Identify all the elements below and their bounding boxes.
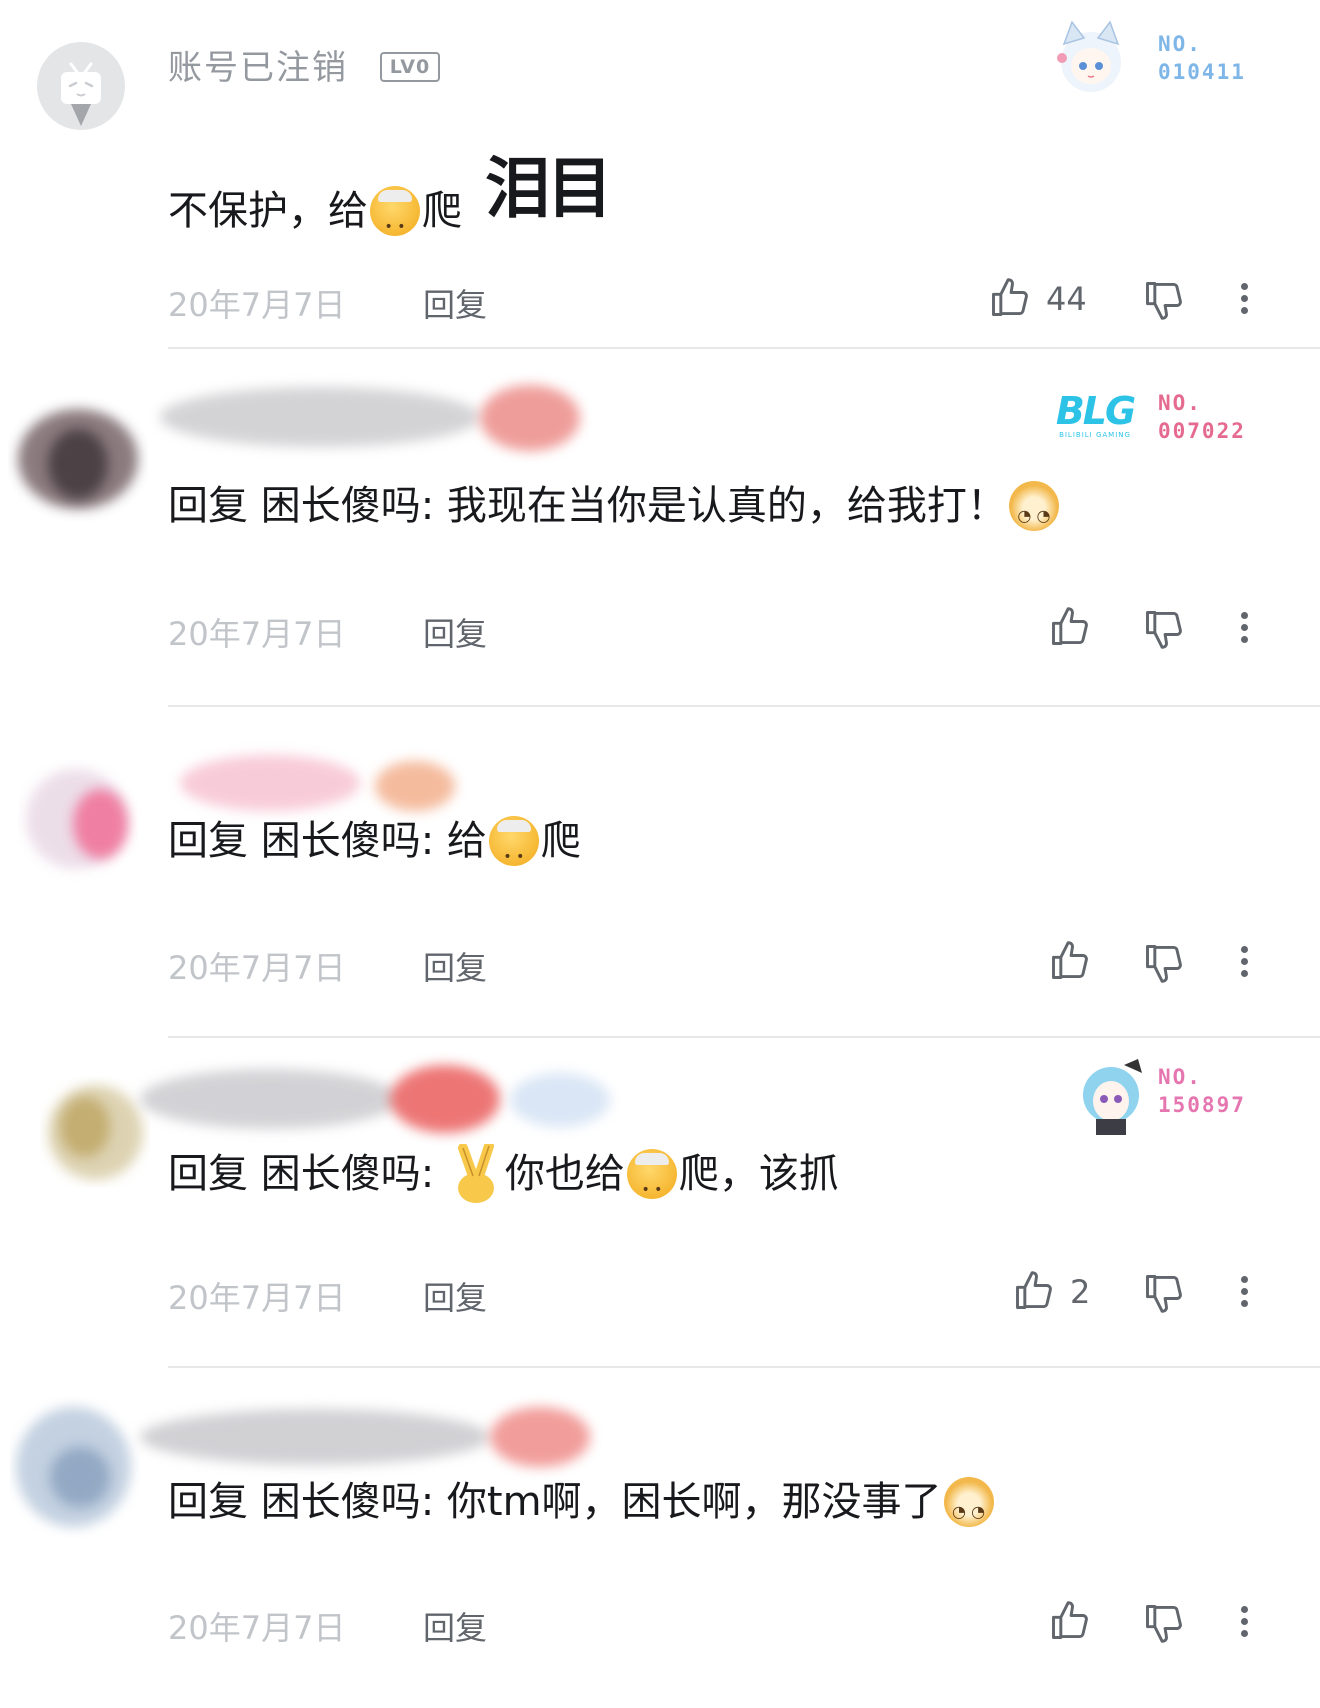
like-count: 2 bbox=[1070, 1273, 1091, 1311]
username[interactable] bbox=[160, 377, 580, 451]
thumbs-down-icon[interactable] bbox=[1142, 1271, 1186, 1315]
thumbs-down-icon[interactable] bbox=[1142, 607, 1186, 651]
avatar[interactable] bbox=[37, 42, 125, 130]
avatar[interactable] bbox=[8, 389, 148, 529]
more-vertical-icon[interactable] bbox=[1239, 279, 1249, 323]
comment-text: 不保护，给爬 泪目 bbox=[168, 156, 613, 253]
reply-button[interactable]: 回复 bbox=[423, 280, 487, 326]
thumbs-up-icon[interactable] bbox=[1048, 605, 1092, 649]
username[interactable] bbox=[140, 1397, 590, 1467]
bilibili-tv-icon bbox=[61, 62, 101, 126]
fan-badge-number: NO. 010411 bbox=[1158, 32, 1246, 84]
username[interactable] bbox=[170, 747, 470, 817]
avatar[interactable] bbox=[10, 1397, 140, 1537]
like-count: 44 bbox=[1046, 280, 1087, 318]
comment-item: 回复 困长傻吗: 给爬 20年7月7日 回复 bbox=[0, 707, 1320, 1038]
comment-text: 回复 困长傻吗: 你也给爬，该抓 bbox=[168, 1141, 839, 1215]
fan-badge-avatar-icon bbox=[1057, 20, 1121, 92]
reply-button[interactable]: 回复 bbox=[423, 1273, 487, 1319]
fan-badge-number: NO. 150897 bbox=[1158, 1065, 1246, 1117]
username[interactable] bbox=[140, 1059, 620, 1133]
old-man-emoji-icon bbox=[488, 816, 539, 882]
avatar[interactable] bbox=[18, 759, 138, 889]
old-man-emoji-icon bbox=[626, 1149, 677, 1215]
thumbs-down-icon[interactable] bbox=[1142, 1601, 1186, 1645]
comment-time: 20年7月7日 bbox=[168, 286, 346, 324]
thumbs-down-icon[interactable] bbox=[1142, 278, 1186, 322]
doge-emoji-icon bbox=[1008, 481, 1059, 541]
comment-time: 20年7月7日 bbox=[168, 1609, 346, 1647]
doge-emoji-icon bbox=[943, 1477, 994, 1537]
comment-text: 回复 困长傻吗: 我现在当你是认真的，给我打！ bbox=[168, 479, 1061, 541]
thumbs-up-icon[interactable] bbox=[1048, 939, 1092, 983]
more-vertical-icon[interactable] bbox=[1239, 942, 1249, 986]
comment-text: 回复 困长傻吗: 你tm啊，困长啊，那没事了 bbox=[168, 1475, 996, 1537]
more-vertical-icon[interactable] bbox=[1239, 1602, 1249, 1646]
more-vertical-icon[interactable] bbox=[1239, 1272, 1249, 1316]
level-badge: LV0 bbox=[380, 52, 440, 82]
fan-badge-number: NO. 007022 bbox=[1158, 391, 1246, 443]
more-vertical-icon[interactable] bbox=[1239, 608, 1249, 652]
avatar[interactable] bbox=[40, 1077, 150, 1187]
comment-item: NO. 150897 回复 困长傻吗: 你也给爬，该抓 20年7月7日 回复 2 bbox=[0, 1037, 1320, 1368]
comment-time: 20年7月7日 bbox=[168, 1279, 346, 1317]
reply-button[interactable]: 回复 bbox=[423, 609, 487, 655]
fan-badge-avatar-icon bbox=[1083, 1059, 1142, 1135]
thumbs-down-icon[interactable] bbox=[1142, 941, 1186, 985]
old-man-emoji-icon bbox=[370, 186, 420, 252]
comment-item: BLG BILIBILI GAMING NO. 007022 回复 困长傻吗: … bbox=[0, 349, 1320, 707]
victory-hand-emoji-icon bbox=[449, 1141, 503, 1204]
thumbs-up-icon[interactable] bbox=[1012, 1269, 1056, 1313]
tear-eyes-sticker: 泪目 bbox=[484, 150, 613, 227]
comment-time: 20年7月7日 bbox=[168, 949, 346, 987]
reply-button[interactable]: 回复 bbox=[423, 943, 487, 989]
username[interactable]: 账号已注销 bbox=[168, 40, 348, 89]
comment-item: 回复 困长傻吗: 你tm啊，困长啊，那没事了 20年7月7日 回复 bbox=[0, 1367, 1320, 1708]
thumbs-up-icon[interactable] bbox=[988, 276, 1032, 320]
comment-time: 20年7月7日 bbox=[168, 615, 346, 653]
blg-badge-logo: BLG BILIBILI GAMING bbox=[1055, 389, 1136, 439]
thumbs-up-icon[interactable] bbox=[1048, 1599, 1092, 1643]
comment-text: 回复 困长傻吗: 给爬 bbox=[168, 814, 581, 882]
reply-button[interactable]: 回复 bbox=[423, 1603, 487, 1649]
comment-item: 账号已注销 LV0 NO. 010411 不保护，给爬 泪目 20年7月7日 回… bbox=[0, 0, 1320, 349]
